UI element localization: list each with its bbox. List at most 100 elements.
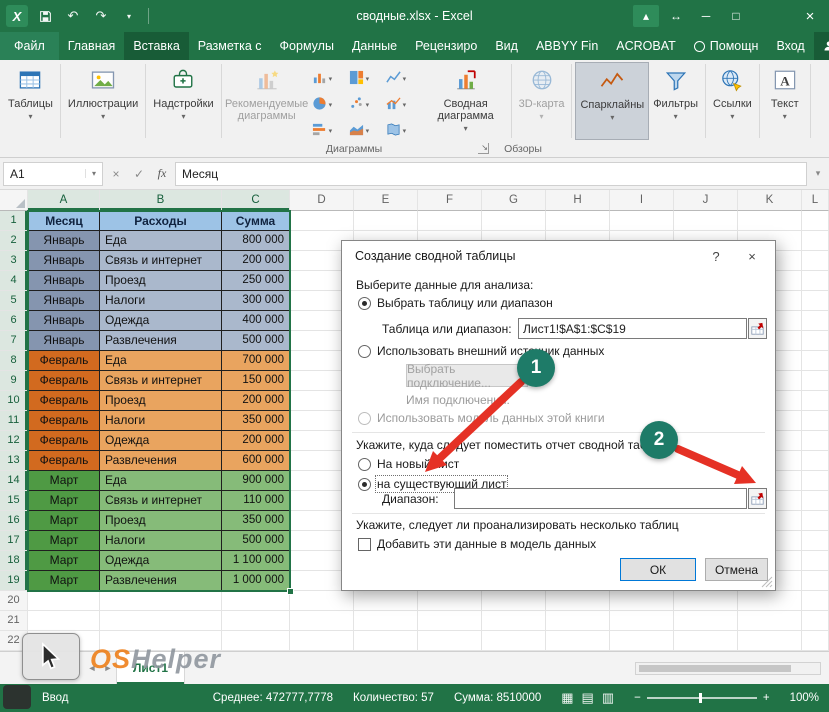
- cell-C21[interactable]: [222, 611, 290, 631]
- zoom-in-button[interactable]: +: [763, 692, 770, 704]
- ribbon-tab-4[interactable]: Формулы: [271, 32, 343, 60]
- column-header-A[interactable]: A: [28, 190, 100, 211]
- cell-I22[interactable]: [610, 631, 674, 651]
- cell-A16[interactable]: Март: [28, 511, 100, 531]
- ribbon-tab-5[interactable]: Данные: [343, 32, 406, 60]
- cell-L3[interactable]: [802, 251, 829, 271]
- radio-new-worksheet[interactable]: [358, 458, 371, 471]
- cancel-button[interactable]: Отмена: [705, 558, 768, 581]
- row-header-14[interactable]: 14: [0, 471, 28, 491]
- column-header-L[interactable]: L: [802, 190, 829, 211]
- cell-A19[interactable]: Март: [28, 571, 100, 591]
- ribbon-display-options-button[interactable]: ▴: [633, 5, 659, 27]
- cell-C11[interactable]: 350 000: [222, 411, 290, 431]
- dialog-help-button[interactable]: ?: [701, 244, 731, 268]
- cell-C5[interactable]: 300 000: [222, 291, 290, 311]
- column-header-K[interactable]: K: [738, 190, 802, 211]
- cell-A3[interactable]: Январь: [28, 251, 100, 271]
- cell-C22[interactable]: [222, 631, 290, 651]
- cell-A17[interactable]: Март: [28, 531, 100, 551]
- location-input[interactable]: [454, 488, 747, 509]
- cell-A1[interactable]: Месяц: [28, 211, 100, 231]
- cell-L4[interactable]: [802, 271, 829, 291]
- cell-L14[interactable]: [802, 471, 829, 491]
- status-average[interactable]: Среднее: 472777,7778: [213, 692, 333, 704]
- cell-L8[interactable]: [802, 351, 829, 371]
- cell-C13[interactable]: 600 000: [222, 451, 290, 471]
- cell-B5[interactable]: Налоги: [100, 291, 222, 311]
- cell-B20[interactable]: [100, 591, 222, 611]
- column-header-C[interactable]: C: [222, 190, 290, 211]
- cell-L22[interactable]: [802, 631, 829, 651]
- cell-B8[interactable]: Еда: [100, 351, 222, 371]
- chart-type-barh-button[interactable]: ▾: [311, 118, 348, 144]
- cell-C9[interactable]: 150 000: [222, 371, 290, 391]
- cell-L5[interactable]: [802, 291, 829, 311]
- row-header-21[interactable]: 21: [0, 611, 28, 631]
- cell-B6[interactable]: Одежда: [100, 311, 222, 331]
- row-header-9[interactable]: 9: [0, 371, 28, 391]
- cell-L17[interactable]: [802, 531, 829, 551]
- cell-B4[interactable]: Проезд: [100, 271, 222, 291]
- cell-L21[interactable]: [802, 611, 829, 631]
- redo-button[interactable]: ↷: [90, 5, 112, 27]
- cell-B9[interactable]: Связь и интернет: [100, 371, 222, 391]
- cell-K22[interactable]: [738, 631, 802, 651]
- cancel-entry-button[interactable]: ×: [106, 162, 126, 186]
- column-header-G[interactable]: G: [482, 190, 546, 211]
- cell-L2[interactable]: [802, 231, 829, 251]
- cell-L19[interactable]: [802, 571, 829, 591]
- cell-L20[interactable]: [802, 591, 829, 611]
- insert-function-button[interactable]: fx: [152, 162, 172, 186]
- cell-B14[interactable]: Еда: [100, 471, 222, 491]
- row-header-17[interactable]: 17: [0, 531, 28, 551]
- column-header-B[interactable]: B: [100, 190, 222, 211]
- minimize-button[interactable]: ─: [693, 5, 719, 27]
- column-header-I[interactable]: I: [610, 190, 674, 211]
- cell-L9[interactable]: [802, 371, 829, 391]
- swap-windows-button[interactable]: ↔: [663, 5, 689, 27]
- cell-B2[interactable]: Еда: [100, 231, 222, 251]
- row-header-2[interactable]: 2: [0, 231, 28, 251]
- cell-H20[interactable]: [546, 591, 610, 611]
- cell-B10[interactable]: Проезд: [100, 391, 222, 411]
- ok-button[interactable]: ОК: [620, 558, 696, 581]
- cell-C2[interactable]: 800 000: [222, 231, 290, 251]
- radio-external-source[interactable]: [358, 345, 371, 358]
- select-all-corner[interactable]: [0, 190, 28, 211]
- pivot-chart-button[interactable]: Сводная диаграмма▾: [424, 62, 508, 140]
- cell-F21[interactable]: [418, 611, 482, 631]
- zoom-out-button[interactable]: −: [634, 692, 641, 704]
- row-header-1[interactable]: 1: [0, 211, 28, 231]
- horizontal-scrollbar[interactable]: [635, 662, 821, 675]
- cell-E21[interactable]: [354, 611, 418, 631]
- cell-C20[interactable]: [222, 591, 290, 611]
- formula-input[interactable]: Месяц: [175, 162, 807, 186]
- addins-button[interactable]: Надстройки▾: [149, 62, 217, 140]
- fill-handle[interactable]: [287, 588, 294, 595]
- cell-J22[interactable]: [674, 631, 738, 651]
- cell-A9[interactable]: Февраль: [28, 371, 100, 391]
- cell-A2[interactable]: Январь: [28, 231, 100, 251]
- cell-L11[interactable]: [802, 411, 829, 431]
- row-header-3[interactable]: 3: [0, 251, 28, 271]
- cell-A15[interactable]: Март: [28, 491, 100, 511]
- cell-C15[interactable]: 110 000: [222, 491, 290, 511]
- ribbon-tab-6[interactable]: Рецензиро: [406, 32, 486, 60]
- cell-C7[interactable]: 500 000: [222, 331, 290, 351]
- cell-C12[interactable]: 200 000: [222, 431, 290, 451]
- column-header-D[interactable]: D: [290, 190, 354, 211]
- row-header-6[interactable]: 6: [0, 311, 28, 331]
- filters-button[interactable]: Фильтры▾: [649, 62, 702, 140]
- zoom-level[interactable]: 100%: [790, 692, 819, 704]
- row-header-10[interactable]: 10: [0, 391, 28, 411]
- cell-L16[interactable]: [802, 511, 829, 531]
- cell-L6[interactable]: [802, 311, 829, 331]
- cell-B11[interactable]: Налоги: [100, 411, 222, 431]
- ribbon-tab-7[interactable]: Вид: [486, 32, 527, 60]
- chart-type-scatter-button[interactable]: ▾: [348, 92, 385, 118]
- cell-C8[interactable]: 700 000: [222, 351, 290, 371]
- cell-C6[interactable]: 400 000: [222, 311, 290, 331]
- undo-button[interactable]: ↶: [62, 5, 84, 27]
- cell-B21[interactable]: [100, 611, 222, 631]
